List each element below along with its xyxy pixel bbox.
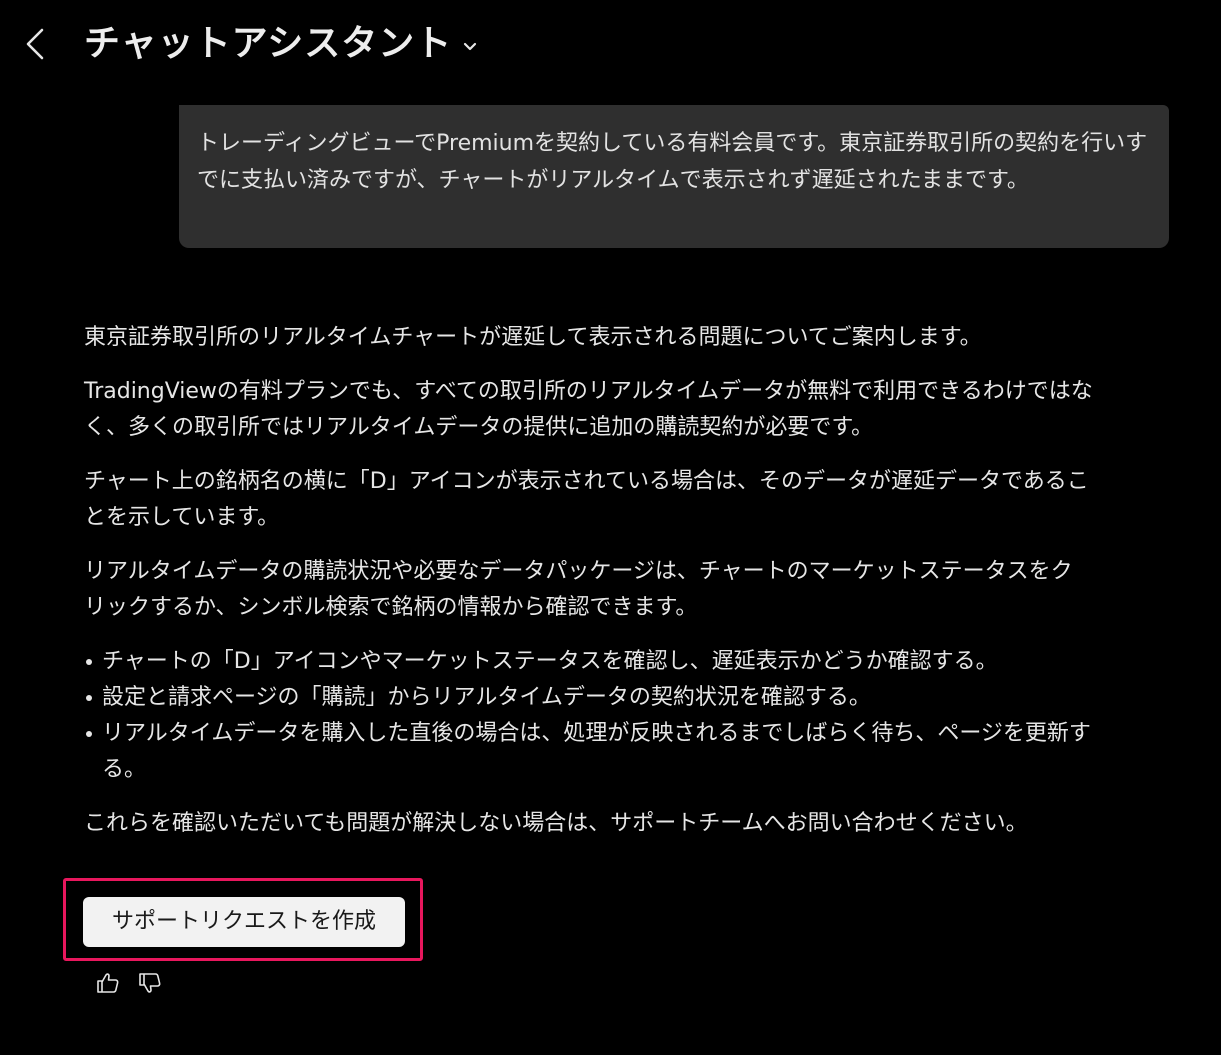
list-item: チャートの「D」アイコンやマーケットステータスを確認し、遅延表示かどうか確認する… <box>84 644 1114 680</box>
create-support-request-button[interactable]: サポートリクエストを作成 <box>83 897 405 947</box>
answer-bullet-list: チャートの「D」アイコンやマーケットステータスを確認し、遅延表示かどうか確認する… <box>84 644 1114 788</box>
assistant-message: 東京証券取引所のリアルタイムチャートが遅延して表示される問題についてご案内します… <box>84 320 1114 860</box>
answer-closing: これらを確認いただいても問題が解決しない場合は、サポートチームへお問い合わせくだ… <box>84 811 1028 836</box>
answer-paragraph: TradingViewの有料プランでも、すべての取引所のリアルタイムデータが無料… <box>84 379 1093 440</box>
chevron-left-icon <box>26 28 44 60</box>
page-title: チャットアシスタント <box>84 23 453 64</box>
feedback-buttons <box>92 970 166 996</box>
thumbs-down-icon <box>139 973 161 993</box>
user-message-text: トレーディングビューでPremiumを契約している有料会員です。東京証券取引所の… <box>197 131 1148 193</box>
answer-paragraph: チャート上の銘柄名の横に「D」アイコンが表示されている場合は、そのデータが遅延デ… <box>84 469 1089 530</box>
list-item: 設定と請求ページの「購読」からリアルタイムデータの契約状況を確認する。 <box>84 680 1114 716</box>
user-message-bubble: トレーディングビューでPremiumを契約している有料会員です。東京証券取引所の… <box>179 105 1169 248</box>
like-button[interactable] <box>92 970 124 996</box>
answer-paragraph: リアルタイムデータの購読状況や必要なデータパッケージは、チャートのマーケットステ… <box>84 559 1073 620</box>
header: チャットアシスタント <box>0 0 1221 90</box>
list-item: リアルタイムデータを購入した直後の場合は、処理が反映されるまでしばらく待ち、ペー… <box>84 716 1114 788</box>
dislike-button[interactable] <box>134 970 166 996</box>
back-button[interactable] <box>18 22 54 66</box>
answer-paragraph: 東京証券取引所のリアルタイムチャートが遅延して表示される問題についてご案内します… <box>84 325 982 350</box>
title-dropdown[interactable]: チャットアシスタント <box>84 18 478 70</box>
thumbs-up-icon <box>97 973 119 993</box>
chevron-down-icon <box>464 42 477 51</box>
